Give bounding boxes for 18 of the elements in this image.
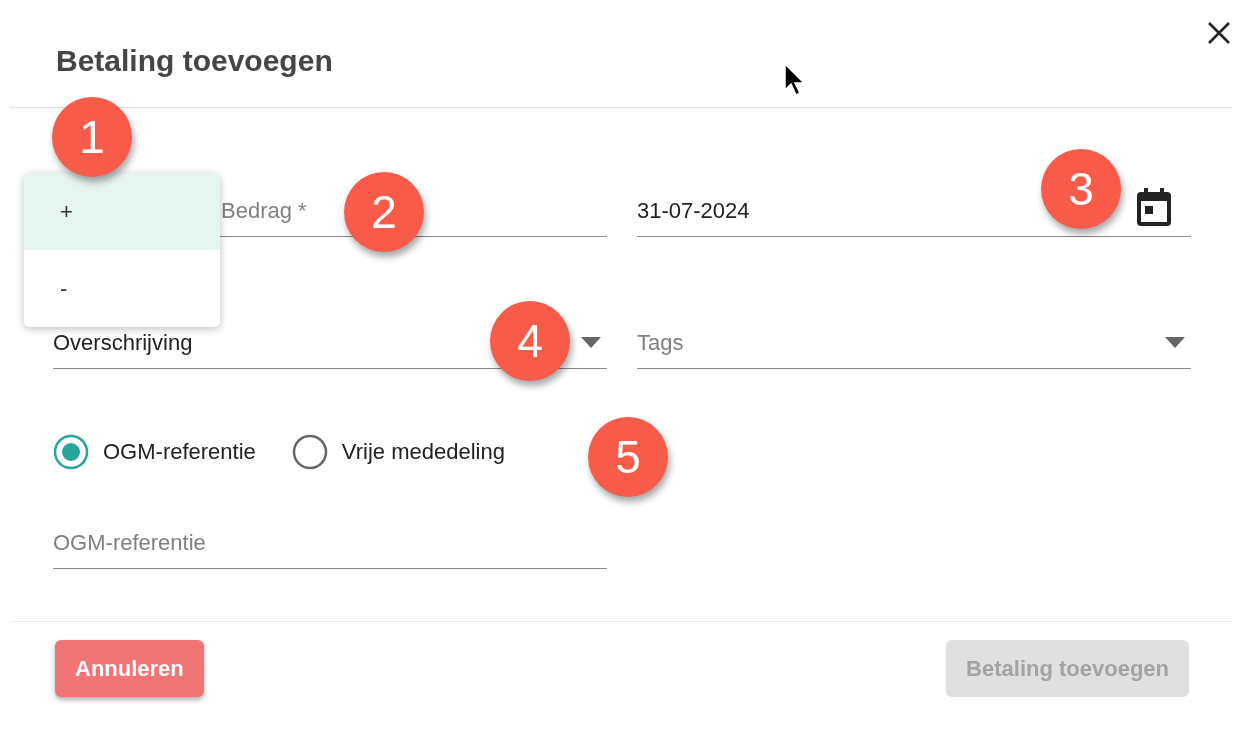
close-button[interactable] bbox=[1206, 20, 1232, 46]
step-badge: 2 bbox=[344, 172, 424, 252]
dropdown-arrow-icon[interactable] bbox=[581, 337, 601, 348]
radio-option[interactable]: Vrije mededeling bbox=[291, 434, 505, 470]
radio-circle-icon[interactable] bbox=[53, 434, 89, 470]
calendar-icon[interactable] bbox=[1137, 187, 1171, 226]
radio-option[interactable]: OGM-referentie bbox=[53, 434, 256, 470]
reference-field[interactable]: OGM-referentie bbox=[53, 517, 607, 569]
step-badge: 5 bbox=[588, 417, 668, 497]
select-field[interactable]: Tags bbox=[637, 317, 1191, 369]
dropdown-arrow-icon[interactable] bbox=[1165, 337, 1185, 348]
menu-option[interactable]: - bbox=[24, 250, 220, 327]
menu-option[interactable]: + bbox=[24, 173, 220, 250]
dialog-title: Betaling toevoegen bbox=[56, 44, 333, 78]
step-badge: 1 bbox=[52, 97, 132, 177]
step-badge: 4 bbox=[490, 301, 570, 381]
step-badge: 3 bbox=[1041, 149, 1121, 229]
radio-circle-icon[interactable] bbox=[291, 434, 328, 470]
